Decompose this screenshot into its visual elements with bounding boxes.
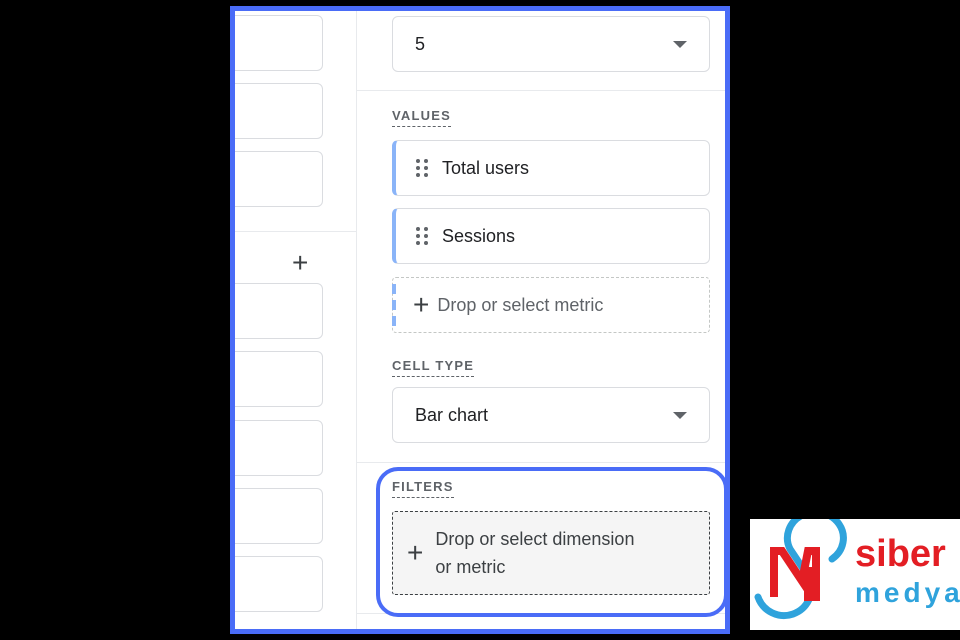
logo-mark-icon — [754, 519, 847, 620]
left-field[interactable] — [235, 283, 323, 339]
value-chip-total-users[interactable]: Total users — [392, 140, 710, 196]
rows-select[interactable]: 5 — [392, 16, 710, 72]
cell-type-value: Bar chart — [415, 404, 489, 425]
drag-handle-icon[interactable] — [416, 227, 428, 245]
cell-type-label: CELL TYPE — [392, 358, 475, 377]
value-chip-sessions[interactable]: Sessions — [392, 208, 710, 264]
siber-medya-logo: siber medya — [750, 519, 960, 630]
drop-metric-label: Drop or select metric — [437, 294, 604, 315]
divider — [357, 462, 725, 463]
chip-label: Total users — [442, 157, 530, 178]
left-field[interactable] — [235, 556, 323, 612]
left-field[interactable] — [235, 351, 323, 407]
add-icon[interactable]: + — [292, 247, 308, 279]
cell-type-select[interactable]: Bar chart — [392, 387, 710, 443]
left-field[interactable] — [235, 151, 323, 207]
editor-panel: + 5 VALUES Total users Sessions + Drop o… — [230, 6, 730, 634]
drag-handle-icon[interactable] — [416, 159, 428, 177]
left-field[interactable] — [235, 488, 323, 544]
drop-metric-button[interactable]: + Drop or select metric — [392, 277, 710, 333]
filters-highlight — [376, 467, 725, 617]
values-label: VALUES — [392, 108, 451, 127]
chip-label: Sessions — [442, 225, 516, 246]
left-field[interactable] — [235, 15, 323, 71]
logo-text-medya: medya — [855, 577, 960, 608]
left-field[interactable] — [235, 83, 323, 139]
divider — [357, 90, 725, 91]
plus-icon: + — [413, 289, 430, 320]
logo-text-siber: siber — [855, 533, 946, 575]
rows-select-value: 5 — [415, 33, 426, 54]
caret-down-icon — [673, 41, 687, 48]
left-field[interactable] — [235, 420, 323, 476]
divider — [235, 231, 356, 232]
drop-indicator — [392, 284, 396, 328]
caret-down-icon — [673, 412, 687, 419]
column-divider — [356, 11, 357, 629]
